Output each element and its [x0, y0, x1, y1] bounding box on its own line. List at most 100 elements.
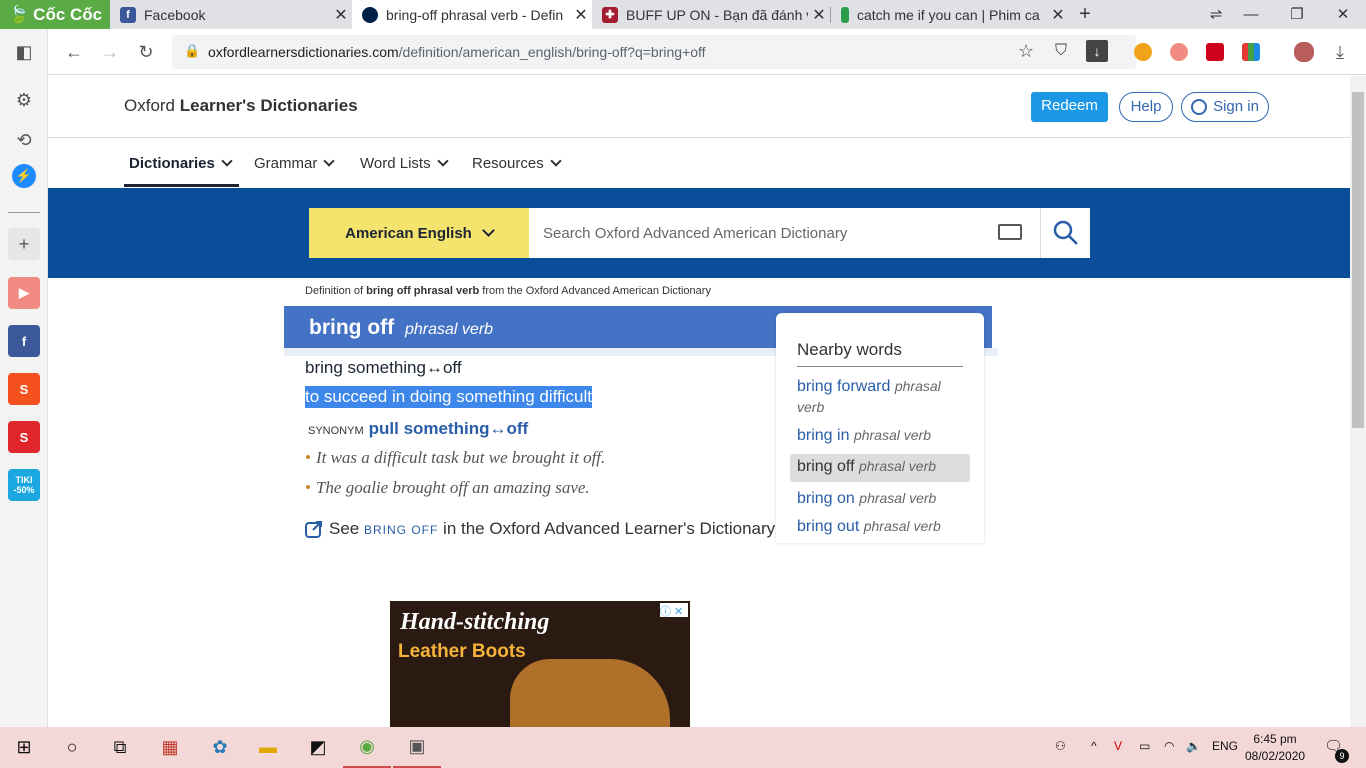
language-indicator[interactable]: ENG [1212, 739, 1238, 753]
definition-text: to succeed in doing something difficult [305, 386, 592, 408]
search-button[interactable] [1040, 208, 1090, 258]
volume-icon[interactable]: 🔈 [1186, 739, 1201, 753]
menu-word-lists[interactable]: Word Lists [360, 155, 449, 172]
search-circle-icon[interactable]: ○ [48, 727, 96, 768]
chevron-down-icon [481, 224, 495, 237]
synonym-label: SYNONYM [308, 425, 364, 437]
extension-chrome-icon[interactable] [1134, 43, 1152, 61]
new-tab-button[interactable]: + [1073, 0, 1097, 29]
url-path: /definition/american_english/bring-off?q… [398, 44, 706, 60]
unikey-icon[interactable]: V [1114, 739, 1122, 753]
back-icon[interactable]: ← [59, 37, 89, 67]
shield-icon[interactable]: ⛉ [1055, 42, 1067, 60]
header-divider [48, 137, 1350, 138]
url-bar[interactable]: 🔒 oxfordlearnersdictionaries.com/definit… [172, 35, 1136, 69]
facebook-icon[interactable]: f [8, 325, 40, 357]
clock[interactable]: 6:45 pm 08/02/2020 [1245, 731, 1305, 765]
downloads-icon[interactable]: ⤓ [1325, 37, 1355, 67]
nearby-word-link[interactable]: bring out phrasal verb [797, 516, 967, 537]
keyboard-icon[interactable] [998, 224, 1022, 240]
sidebar-toggle-icon[interactable]: ◧ [8, 36, 40, 68]
download-page-icon[interactable]: ↓ [1086, 40, 1108, 62]
coccoc-taskbar-icon[interactable]: ◉ [343, 727, 391, 768]
battery-icon[interactable]: ▭ [1139, 739, 1150, 753]
app-icon[interactable]: ✿ [196, 727, 244, 768]
chevron-down-icon [550, 155, 562, 167]
menu-grammar[interactable]: Grammar [254, 155, 336, 172]
tab-buff-up-on[interactable]: ✚ BUFF UP ON - Bạn đã đánh v ✕ [592, 0, 830, 29]
sign-in-button[interactable]: Sign in [1181, 92, 1269, 122]
notification-count: 9 [1335, 749, 1349, 763]
forward-icon[interactable]: → [95, 37, 125, 67]
lock-icon: 🔒 [184, 43, 201, 58]
nearby-words-title: Nearby words [797, 340, 902, 359]
tab-bring-off[interactable]: bring-off phrasal verb - Defin ✕ [352, 0, 592, 29]
synonym-link[interactable]: pull something↔off [369, 419, 529, 439]
add-shortcut-icon[interactable]: + [8, 228, 40, 260]
help-button[interactable]: Help [1119, 92, 1173, 122]
boot-image [510, 659, 670, 727]
sidebar-divider [8, 212, 40, 213]
synonym-line: SYNONYM pull something↔off [308, 419, 528, 439]
people-icon[interactable]: ⚇ [1055, 739, 1066, 753]
browser-sidebar: ◧ ⚙ ⟲ ⚡ + ▶ f S S TIKI -50% [0, 29, 48, 727]
file-explorer-icon[interactable]: ▬ [244, 727, 292, 768]
extension-color-icon[interactable] [1242, 43, 1260, 61]
advertisement[interactable]: Hand-stitching Leather Boots ⓘ ✕ [390, 601, 690, 727]
coccoc-menu-button[interactable]: 🍃 Cốc Cốc [0, 0, 110, 29]
nearby-word-current[interactable]: bring off phrasal verb [797, 456, 967, 477]
nearby-word-link[interactable]: bring forward phrasal verb [797, 376, 967, 418]
tray-expand-icon[interactable]: ^ [1091, 739, 1097, 753]
extension-red-icon[interactable] [1206, 43, 1224, 61]
nearby-word-link[interactable]: bring in phrasal verb [797, 425, 967, 446]
close-window-button[interactable]: ✕ [1320, 0, 1366, 29]
part-of-speech: phrasal verb [405, 321, 494, 338]
ad-subheadline: Leather Boots [398, 641, 526, 662]
windows-start-icon[interactable]: ⊞ [0, 727, 48, 768]
app-icon[interactable]: ◩ [294, 727, 342, 768]
tab-facebook[interactable]: f Facebook ✕ [110, 0, 352, 29]
app-icon[interactable]: ▦ [146, 727, 194, 768]
messenger-icon[interactable]: ⚡ [12, 164, 36, 188]
web-page: Oxford Learner's Dictionaries Redeem Hel… [48, 76, 1350, 727]
ad-choices-icon[interactable]: ⓘ ✕ [660, 603, 688, 618]
windows-taskbar: ⊞ ○ ⧉ ▦ ✿ ▬ ◩ ◉ ▣ ⚇ ^ V ▭ ◠ 🔈 ENG 6:45 p… [0, 727, 1366, 768]
tab-close-icon[interactable]: ✕ [330, 5, 352, 25]
search-input[interactable]: Search Oxford Advanced American Dictiona… [529, 208, 1040, 258]
menu-resources[interactable]: Resources [472, 155, 562, 172]
dictionary-select[interactable]: American English [309, 208, 529, 258]
profile-avatar[interactable] [1294, 42, 1314, 62]
history-icon[interactable]: ⟲ [8, 124, 40, 156]
coccoc-logo-icon: 🍃 [8, 4, 30, 24]
minimize-button[interactable]: — [1228, 0, 1274, 29]
active-menu-underline [124, 184, 239, 187]
menu-dictionaries[interactable]: Dictionaries [129, 155, 233, 172]
extension-shield-icon[interactable] [1170, 43, 1188, 61]
nearby-divider [797, 366, 963, 367]
site-logo[interactable]: Oxford Learner's Dictionaries [124, 96, 358, 116]
reload-icon[interactable]: ↻ [131, 37, 161, 67]
sendo-icon[interactable]: S [8, 421, 40, 453]
user-icon [1191, 99, 1208, 115]
bookmark-star-icon[interactable]: ☆ [1018, 41, 1034, 62]
url-domain: oxfordlearnersdictionaries.com [208, 44, 399, 60]
app-icon[interactable]: ▣ [393, 727, 441, 768]
see-also-link[interactable]: See bring off in the Oxford Advanced Lea… [305, 519, 775, 539]
maximize-button[interactable]: ❐ [1274, 0, 1320, 29]
tab-close-icon[interactable]: ✕ [570, 5, 592, 25]
tab-catch-me[interactable]: catch me if you can | Phim ca ✕ [831, 0, 1069, 29]
tiki-icon[interactable]: TIKI -50% [8, 469, 40, 501]
headword: bring off [309, 316, 395, 339]
cambridge-icon: ✚ [602, 6, 618, 23]
task-view-icon[interactable]: ⧉ [96, 727, 144, 768]
nearby-word-link[interactable]: bring on phrasal verb [797, 488, 967, 509]
scrollbar-thumb[interactable] [1352, 92, 1364, 428]
redeem-button[interactable]: Redeem [1031, 92, 1108, 122]
youtube-icon[interactable]: ▶ [8, 277, 40, 309]
wifi-icon[interactable]: ◠ [1164, 739, 1174, 753]
tab-close-icon[interactable]: ✕ [808, 5, 830, 25]
definition-breadcrumb: Definition of bring off phrasal verb fro… [305, 285, 711, 297]
shopee-icon[interactable]: S [8, 373, 40, 405]
tab-close-icon[interactable]: ✕ [1047, 5, 1069, 25]
settings-icon[interactable]: ⚙ [8, 84, 40, 116]
